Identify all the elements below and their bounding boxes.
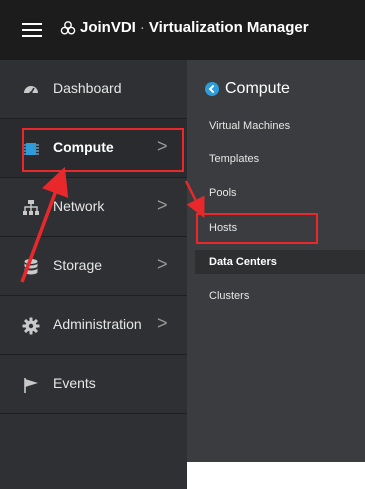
chevron-right-icon: >	[157, 195, 168, 215]
cpu-icon	[23, 143, 39, 155]
sidebar-item-compute[interactable]: Compute >	[0, 119, 187, 178]
logo-icon	[60, 20, 76, 35]
sidebar-item-dashboard[interactable]: Dashboard	[0, 60, 187, 119]
submenu-item-virtual-machines[interactable]: Virtual Machines	[209, 120, 290, 132]
sidebar-item-label: Storage	[53, 257, 103, 273]
sidebar-item-network[interactable]: Network >	[0, 178, 187, 237]
dashboard-icon	[24, 86, 38, 95]
top-header: JoinVDI · Virtualization Manager	[0, 0, 365, 60]
submenu-item-templates[interactable]: Templates	[209, 153, 259, 165]
sidebar-item-events[interactable]: Events	[0, 355, 187, 414]
submenu-item-clusters[interactable]: Clusters	[209, 290, 249, 302]
chevron-right-icon: >	[157, 313, 168, 333]
submenu-item-data-centers[interactable]: Data Centers	[209, 256, 277, 268]
chevron-right-icon: >	[157, 254, 168, 274]
sidebar-item-label: Dashboard	[53, 80, 122, 96]
sidebar-item-administration[interactable]: Administration >	[0, 296, 187, 355]
sidebar-item-label: Administration	[53, 316, 142, 332]
submenu-title: Compute	[205, 80, 290, 98]
app-brand: JoinVDI · Virtualization Manager	[60, 19, 309, 36]
submenu-item-hosts[interactable]: Hosts	[209, 222, 237, 234]
submenu-item-pools[interactable]: Pools	[209, 187, 237, 199]
gear-icon	[22, 317, 40, 335]
sidebar-item-label: Compute	[53, 139, 114, 155]
circle-chevron-icon	[205, 82, 219, 96]
hamburger-menu-icon[interactable]	[22, 23, 42, 37]
chevron-right-icon: >	[157, 136, 168, 156]
database-icon	[24, 259, 38, 275]
brand-name: JoinVDI	[80, 19, 136, 36]
sidebar-item-label: Network	[53, 198, 105, 214]
title-separator: ·	[139, 19, 145, 36]
app-window: JoinVDI · Virtualization Manager Dashboa…	[0, 0, 365, 489]
submenu-title-text: Compute	[225, 80, 290, 97]
flag-icon	[24, 378, 38, 393]
sidebar-nav: Dashboard Compute > Network > Storage > …	[0, 60, 187, 489]
network-icon	[23, 200, 39, 215]
sidebar-item-label: Events	[53, 375, 96, 391]
app-title: Virtualization Manager	[148, 19, 309, 36]
sidebar-item-storage[interactable]: Storage >	[0, 237, 187, 296]
